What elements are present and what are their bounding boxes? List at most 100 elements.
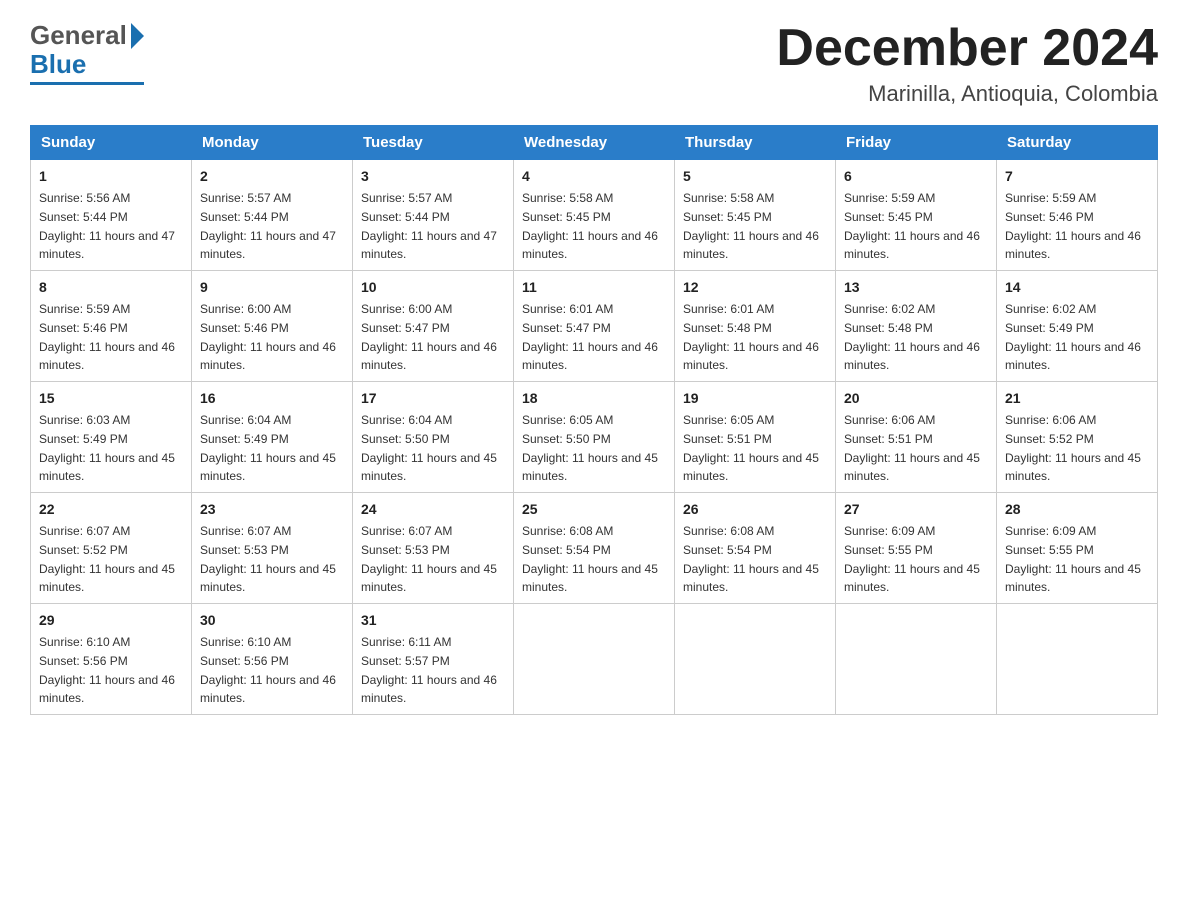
logo-chevron-icon (131, 23, 144, 49)
day-number: 7 (1005, 166, 1149, 187)
calendar-cell: 17 Sunrise: 6:04 AMSunset: 5:50 PMDaylig… (353, 382, 514, 493)
day-number: 30 (200, 610, 344, 631)
calendar-cell: 14 Sunrise: 6:02 AMSunset: 5:49 PMDaylig… (997, 271, 1158, 382)
calendar-cell: 2 Sunrise: 5:57 AMSunset: 5:44 PMDayligh… (192, 160, 353, 271)
day-number: 28 (1005, 499, 1149, 520)
day-info: Sunrise: 6:07 AMSunset: 5:52 PMDaylight:… (39, 524, 175, 594)
header-monday: Monday (192, 126, 353, 160)
day-info: Sunrise: 6:07 AMSunset: 5:53 PMDaylight:… (200, 524, 336, 594)
header-saturday: Saturday (997, 126, 1158, 160)
calendar-cell: 29 Sunrise: 6:10 AMSunset: 5:56 PMDaylig… (31, 604, 192, 715)
header-sunday: Sunday (31, 126, 192, 160)
calendar-cell: 10 Sunrise: 6:00 AMSunset: 5:47 PMDaylig… (353, 271, 514, 382)
day-number: 21 (1005, 388, 1149, 409)
calendar-cell: 26 Sunrise: 6:08 AMSunset: 5:54 PMDaylig… (675, 493, 836, 604)
day-number: 26 (683, 499, 827, 520)
day-info: Sunrise: 6:02 AMSunset: 5:49 PMDaylight:… (1005, 302, 1141, 372)
calendar-cell: 19 Sunrise: 6:05 AMSunset: 5:51 PMDaylig… (675, 382, 836, 493)
calendar-cell: 1 Sunrise: 5:56 AMSunset: 5:44 PMDayligh… (31, 160, 192, 271)
calendar-cell: 16 Sunrise: 6:04 AMSunset: 5:49 PMDaylig… (192, 382, 353, 493)
day-number: 20 (844, 388, 988, 409)
day-number: 23 (200, 499, 344, 520)
week-row-4: 22 Sunrise: 6:07 AMSunset: 5:52 PMDaylig… (31, 493, 1158, 604)
location-title: Marinilla, Antioquia, Colombia (776, 81, 1158, 107)
calendar-cell: 4 Sunrise: 5:58 AMSunset: 5:45 PMDayligh… (514, 160, 675, 271)
weekday-header-row: SundayMondayTuesdayWednesdayThursdayFrid… (31, 126, 1158, 160)
calendar-cell: 22 Sunrise: 6:07 AMSunset: 5:52 PMDaylig… (31, 493, 192, 604)
day-number: 27 (844, 499, 988, 520)
day-number: 15 (39, 388, 183, 409)
calendar-cell (997, 604, 1158, 715)
calendar-cell: 27 Sunrise: 6:09 AMSunset: 5:55 PMDaylig… (836, 493, 997, 604)
week-row-5: 29 Sunrise: 6:10 AMSunset: 5:56 PMDaylig… (31, 604, 1158, 715)
day-number: 24 (361, 499, 505, 520)
day-info: Sunrise: 6:07 AMSunset: 5:53 PMDaylight:… (361, 524, 497, 594)
day-info: Sunrise: 6:00 AMSunset: 5:47 PMDaylight:… (361, 302, 497, 372)
day-info: Sunrise: 5:59 AMSunset: 5:46 PMDaylight:… (1005, 191, 1141, 261)
day-info: Sunrise: 6:01 AMSunset: 5:47 PMDaylight:… (522, 302, 658, 372)
calendar-cell: 11 Sunrise: 6:01 AMSunset: 5:47 PMDaylig… (514, 271, 675, 382)
day-info: Sunrise: 6:03 AMSunset: 5:49 PMDaylight:… (39, 413, 175, 483)
day-number: 10 (361, 277, 505, 298)
day-number: 4 (522, 166, 666, 187)
calendar-cell (514, 604, 675, 715)
day-info: Sunrise: 6:02 AMSunset: 5:48 PMDaylight:… (844, 302, 980, 372)
day-number: 19 (683, 388, 827, 409)
header-tuesday: Tuesday (353, 126, 514, 160)
day-info: Sunrise: 6:04 AMSunset: 5:50 PMDaylight:… (361, 413, 497, 483)
calendar-cell: 13 Sunrise: 6:02 AMSunset: 5:48 PMDaylig… (836, 271, 997, 382)
day-number: 1 (39, 166, 183, 187)
header-thursday: Thursday (675, 126, 836, 160)
calendar-cell (836, 604, 997, 715)
day-number: 3 (361, 166, 505, 187)
calendar-cell: 5 Sunrise: 5:58 AMSunset: 5:45 PMDayligh… (675, 160, 836, 271)
day-info: Sunrise: 6:11 AMSunset: 5:57 PMDaylight:… (361, 635, 497, 705)
day-info: Sunrise: 6:06 AMSunset: 5:51 PMDaylight:… (844, 413, 980, 483)
day-info: Sunrise: 6:04 AMSunset: 5:49 PMDaylight:… (200, 413, 336, 483)
calendar-cell: 23 Sunrise: 6:07 AMSunset: 5:53 PMDaylig… (192, 493, 353, 604)
day-number: 18 (522, 388, 666, 409)
calendar-cell: 18 Sunrise: 6:05 AMSunset: 5:50 PMDaylig… (514, 382, 675, 493)
calendar-cell: 7 Sunrise: 5:59 AMSunset: 5:46 PMDayligh… (997, 160, 1158, 271)
calendar-cell: 9 Sunrise: 6:00 AMSunset: 5:46 PMDayligh… (192, 271, 353, 382)
calendar-cell: 24 Sunrise: 6:07 AMSunset: 5:53 PMDaylig… (353, 493, 514, 604)
logo-underline (30, 82, 144, 85)
day-number: 5 (683, 166, 827, 187)
day-info: Sunrise: 6:06 AMSunset: 5:52 PMDaylight:… (1005, 413, 1141, 483)
week-row-1: 1 Sunrise: 5:56 AMSunset: 5:44 PMDayligh… (31, 160, 1158, 271)
day-number: 2 (200, 166, 344, 187)
day-info: Sunrise: 6:05 AMSunset: 5:51 PMDaylight:… (683, 413, 819, 483)
day-info: Sunrise: 6:08 AMSunset: 5:54 PMDaylight:… (683, 524, 819, 594)
day-info: Sunrise: 6:09 AMSunset: 5:55 PMDaylight:… (844, 524, 980, 594)
calendar-cell: 21 Sunrise: 6:06 AMSunset: 5:52 PMDaylig… (997, 382, 1158, 493)
calendar-title-area: December 2024 Marinilla, Antioquia, Colo… (776, 20, 1158, 107)
header-wednesday: Wednesday (514, 126, 675, 160)
day-number: 25 (522, 499, 666, 520)
logo-general-text: General (30, 20, 127, 51)
calendar-cell: 15 Sunrise: 6:03 AMSunset: 5:49 PMDaylig… (31, 382, 192, 493)
calendar-cell: 6 Sunrise: 5:59 AMSunset: 5:45 PMDayligh… (836, 160, 997, 271)
day-info: Sunrise: 5:59 AMSunset: 5:46 PMDaylight:… (39, 302, 175, 372)
page-header: General Blue December 2024 Marinilla, An… (30, 20, 1158, 107)
logo: General Blue (30, 20, 144, 85)
day-info: Sunrise: 6:09 AMSunset: 5:55 PMDaylight:… (1005, 524, 1141, 594)
day-number: 6 (844, 166, 988, 187)
calendar-cell: 3 Sunrise: 5:57 AMSunset: 5:44 PMDayligh… (353, 160, 514, 271)
day-number: 9 (200, 277, 344, 298)
day-info: Sunrise: 5:59 AMSunset: 5:45 PMDaylight:… (844, 191, 980, 261)
calendar-cell: 8 Sunrise: 5:59 AMSunset: 5:46 PMDayligh… (31, 271, 192, 382)
calendar-cell: 20 Sunrise: 6:06 AMSunset: 5:51 PMDaylig… (836, 382, 997, 493)
day-number: 11 (522, 277, 666, 298)
calendar-cell (675, 604, 836, 715)
day-info: Sunrise: 6:10 AMSunset: 5:56 PMDaylight:… (39, 635, 175, 705)
month-title: December 2024 (776, 20, 1158, 77)
day-info: Sunrise: 6:10 AMSunset: 5:56 PMDaylight:… (200, 635, 336, 705)
calendar-cell: 30 Sunrise: 6:10 AMSunset: 5:56 PMDaylig… (192, 604, 353, 715)
logo-blue-text: Blue (30, 49, 86, 80)
day-number: 22 (39, 499, 183, 520)
week-row-2: 8 Sunrise: 5:59 AMSunset: 5:46 PMDayligh… (31, 271, 1158, 382)
calendar-cell: 28 Sunrise: 6:09 AMSunset: 5:55 PMDaylig… (997, 493, 1158, 604)
day-info: Sunrise: 5:56 AMSunset: 5:44 PMDaylight:… (39, 191, 175, 261)
day-info: Sunrise: 6:01 AMSunset: 5:48 PMDaylight:… (683, 302, 819, 372)
day-number: 29 (39, 610, 183, 631)
